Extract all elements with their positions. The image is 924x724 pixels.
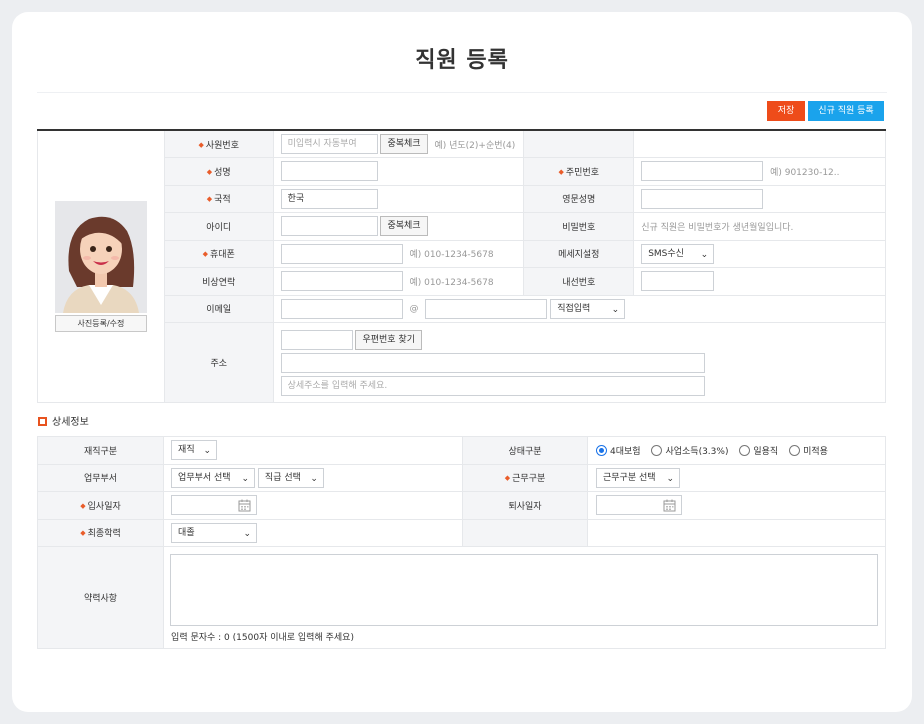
career-label: 약력사항 <box>36 546 165 649</box>
radio-business-income[interactable]: 사업소득(3.3%) <box>651 444 728 457</box>
mobile-hint: 예) 010-1234-5678 <box>409 250 494 261</box>
education-select[interactable]: 대졸 ⌄ <box>171 522 258 543</box>
extension-label: 내선번호 <box>523 267 635 296</box>
nationality-input[interactable]: 한국 <box>280 188 378 209</box>
extension-input[interactable] <box>641 271 715 292</box>
name-input[interactable] <box>280 161 378 182</box>
user-id-input[interactable] <box>280 216 378 237</box>
msg-setting-select[interactable]: SMS수신 ⌄ <box>641 243 715 264</box>
user-id-check-button[interactable]: 중복체크 <box>380 216 428 237</box>
chevron-down-icon: ⌄ <box>611 304 620 315</box>
new-employee-button[interactable]: 신규 직원 등록 <box>808 101 884 121</box>
calendar-icon[interactable] <box>238 499 251 512</box>
chevron-down-icon: ⌄ <box>241 473 250 484</box>
chevron-down-icon: ⌄ <box>310 473 318 484</box>
chevron-down-icon: ⌄ <box>666 473 674 484</box>
empty-label <box>523 129 635 158</box>
empty-label <box>462 518 588 547</box>
mobile-label: ◆ 휴대폰 <box>163 239 274 268</box>
required-mark: ◆ <box>198 140 204 149</box>
address-input[interactable] <box>280 352 705 373</box>
emergency-hint: 예) 010-1234-5678 <box>409 277 494 288</box>
work-type-label: ◆ 근무구분 <box>462 463 588 492</box>
emergency-label: 비상연락 <box>163 267 274 296</box>
basic-info-table: 사진등록/수정 ◆ 사원번호 미입력시 자동부여 중복체크 예) 년도(2)+순번… <box>37 129 887 403</box>
leave-date-label: 퇴사일자 <box>462 491 588 520</box>
email-at-sign: @ <box>409 303 419 314</box>
name-label: ◆ 성명 <box>163 157 274 186</box>
user-id-label: 아이디 <box>163 212 274 241</box>
emp-no-cell: 미입력시 자동부여 중복체크 예) 년도(2)+순번(4) <box>272 129 525 158</box>
email-id-input[interactable] <box>280 298 403 319</box>
rrn-input[interactable] <box>641 161 764 182</box>
msg-setting-label: 메세지설정 <box>523 239 635 268</box>
address-detail-input[interactable]: 상세주소를 입력해 주세요. <box>280 375 705 396</box>
password-label: 비밀번호 <box>523 212 635 241</box>
title-divider <box>37 92 887 93</box>
join-date-input[interactable] <box>171 495 258 516</box>
page-title: 직원 등록 <box>415 48 509 73</box>
chevron-down-icon: ⌄ <box>700 249 709 260</box>
department-select[interactable]: 업무부서 선택 ⌄ <box>171 467 256 488</box>
password-note: 신규 직원은 비밀번호가 생년월일입니다. <box>641 222 794 233</box>
radio-not-applied[interactable]: 미적용 <box>789 444 828 457</box>
radio-selected-icon <box>596 444 607 456</box>
career-char-counter: 입력 문자수 : 0 (1500자 이내로 입력해 주세요) <box>171 633 354 643</box>
employment-type-select[interactable]: 재직 ⌄ <box>171 440 218 461</box>
employment-type-label: 재직구분 <box>36 436 165 465</box>
department-label: 업무부서 <box>36 463 165 492</box>
radio-icon <box>651 444 663 456</box>
photo-upload-button[interactable]: 사진등록/수정 <box>54 315 147 332</box>
emp-no-hint: 예) 년도(2)+순번(4) <box>434 140 516 151</box>
chevron-down-icon: ⌄ <box>243 528 252 539</box>
address-label: 주소 <box>163 322 274 403</box>
eng-name-label: 영문성명 <box>523 184 635 213</box>
employee-photo <box>54 201 147 313</box>
radio-icon <box>789 444 801 456</box>
education-label: ◆ 최종학력 <box>36 518 165 547</box>
work-type-select[interactable]: 근무구분 선택 ⌄ <box>596 467 680 488</box>
empty-cell <box>633 129 886 158</box>
emergency-input[interactable] <box>280 271 403 292</box>
nationality-label: ◆ 국적 <box>163 184 274 213</box>
photo-cell: 사진등록/수정 <box>37 129 165 403</box>
rrn-label: ◆ 주민번호 <box>523 157 635 186</box>
detail-info-table: 재직구분 재직 ⌄ 상태구분 4대보험 사업소득(3.3%) 일용직 미적용 업무… <box>36 436 886 649</box>
email-domain-select[interactable]: 직접입력 ⌄ <box>550 298 626 319</box>
radio-icon <box>739 444 751 456</box>
status-type-radios: 4대보험 사업소득(3.3%) 일용직 미적용 <box>587 436 886 465</box>
eng-name-input[interactable] <box>641 188 764 209</box>
calendar-icon[interactable] <box>663 499 676 512</box>
email-domain-input[interactable] <box>425 298 548 319</box>
radio-4-insurance[interactable]: 4대보험 <box>596 444 641 457</box>
zip-input[interactable] <box>280 329 353 350</box>
join-date-label: ◆ 입사일자 <box>36 491 165 520</box>
save-button[interactable]: 저장 <box>767 101 805 121</box>
email-label: 이메일 <box>163 294 274 323</box>
detail-section-title: 상세정보 <box>38 413 89 428</box>
career-textarea[interactable] <box>170 554 879 626</box>
emp-no-label: ◆ 사원번호 <box>163 129 274 158</box>
leave-date-input[interactable] <box>596 495 682 516</box>
radio-daily-worker[interactable]: 일용직 <box>739 444 778 457</box>
chevron-down-icon: ⌄ <box>203 446 212 457</box>
mobile-input[interactable] <box>280 243 403 264</box>
empty-cell <box>587 518 886 547</box>
emp-no-input[interactable]: 미입력시 자동부여 <box>280 134 378 154</box>
rank-select[interactable]: 직급 선택 ⌄ <box>257 467 324 488</box>
section-square-icon <box>38 417 47 426</box>
emp-no-check-button[interactable]: 중복체크 <box>380 134 428 154</box>
zip-search-button[interactable]: 우편번호 찾기 <box>355 329 422 350</box>
status-type-label: 상태구분 <box>462 436 588 465</box>
rrn-hint: 예) 901230-12.. <box>770 167 840 178</box>
